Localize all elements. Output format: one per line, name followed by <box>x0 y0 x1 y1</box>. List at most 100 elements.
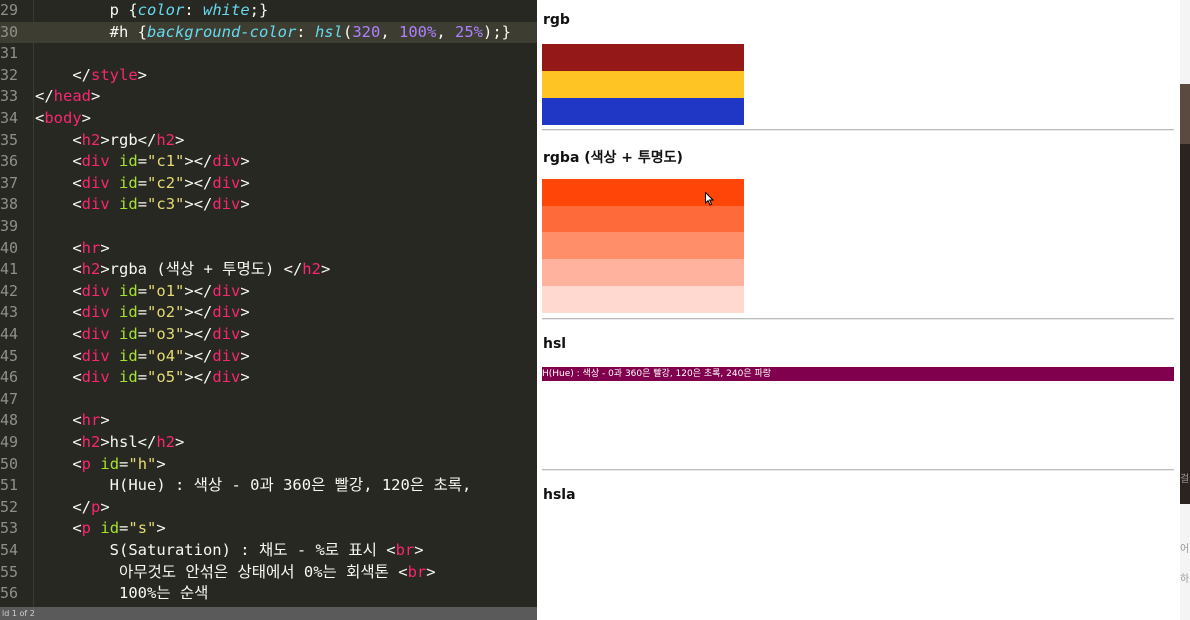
code-line[interactable]: 53 <p id="s"> <box>0 518 537 540</box>
code-line[interactable]: 43 <div id="o2"></div> <box>0 302 537 324</box>
code-line[interactable]: 31 <box>0 43 537 65</box>
code-text: <div id="o5"></div> <box>72 368 250 387</box>
code-line[interactable]: 38 <div id="c3"></div> <box>0 194 537 216</box>
background-image <box>1180 144 1190 504</box>
line-number: 45 <box>0 346 19 365</box>
hsl-paragraph: H(Hue) : 색상 - 0과 360은 빨강, 120은 초록, 240은 … <box>542 367 1174 381</box>
code-line[interactable]: 44 <div id="o3"></div> <box>0 324 537 346</box>
line-number: 37 <box>0 173 19 192</box>
code-line[interactable]: 36 <div id="c1"></div> <box>0 151 537 173</box>
divider <box>542 318 1174 320</box>
line-number: 43 <box>0 303 19 322</box>
background-glyph: 어 <box>1180 544 1190 555</box>
code-text: <div id="o1"></div> <box>72 281 250 300</box>
line-number: 50 <box>0 454 19 473</box>
code-text: <p id="h"> <box>72 454 166 473</box>
heading-hsla: hsla <box>543 487 576 503</box>
code-line[interactable]: 33 </head> <box>0 86 537 108</box>
rgb-swatch-c1 <box>542 44 744 71</box>
line-number: 44 <box>0 325 19 343</box>
line-number: 34 <box>0 109 19 127</box>
line-number: 55 <box>0 562 19 581</box>
code-line[interactable]: 49 <h2>hsl</h2> <box>0 432 537 454</box>
line-number: 30 <box>0 22 19 41</box>
rgb-swatch-c2 <box>542 71 744 98</box>
line-number: 56 <box>0 584 19 603</box>
code-text: <h2>hsl</h2> <box>72 433 185 451</box>
code-text: </head> <box>35 87 101 106</box>
code-text: S(Saturation) : 채도 - %로 표시 <br> <box>109 541 424 559</box>
line-number: 29 <box>0 1 19 19</box>
background-window: 걸 어 하 <box>1180 0 1190 620</box>
background-glyph: 걸 <box>1180 474 1190 485</box>
heading-rgb: rgb <box>543 12 570 28</box>
code-line[interactable]: 42 <div id="o1"></div> <box>0 281 537 303</box>
code-line[interactable]: 34 <body> <box>0 108 537 130</box>
line-number: 46 <box>0 368 19 387</box>
code-text: <div id="o3"></div> <box>72 325 250 343</box>
code-line[interactable]: 51 H(Hue) : 색상 - 0과 360은 빨강, 120은 초록, <box>0 475 537 497</box>
code-line[interactable]: 30 #h {background-color: hsl(320, 100%, … <box>0 21 537 44</box>
code-line[interactable]: 32 </style> <box>0 65 537 87</box>
code-line[interactable]: 37 <div id="c2"></div> <box>0 173 537 195</box>
line-number: 54 <box>0 541 19 559</box>
code-line[interactable]: 48 <hr> <box>0 410 537 432</box>
code-line[interactable]: 55 아무것도 안섞은 상태에서 0%는 회색톤 <br> <box>0 562 537 584</box>
line-number: 31 <box>0 44 19 63</box>
line-number: 52 <box>0 497 19 516</box>
code-text: </p> <box>72 497 110 516</box>
code-text: <div id="c2"></div> <box>72 173 250 192</box>
rgba-swatch-o4 <box>542 259 744 286</box>
heading-hsl: hsl <box>543 336 567 352</box>
line-number: 49 <box>0 433 19 451</box>
code-text: #h {background-color: hsl(320, 100%, 25%… <box>109 22 511 41</box>
heading-rgba: rgba (색상 + 투명도) <box>543 150 683 166</box>
code-line[interactable]: 45 <div id="o4"></div> <box>0 346 537 368</box>
code-line[interactable]: 29 p {color: white;} <box>0 0 537 22</box>
rgb-swatch-c3 <box>542 98 744 125</box>
code-line[interactable]: 46 <div id="o5"></div> <box>0 367 537 389</box>
code-text: <body> <box>35 109 92 127</box>
line-number: 41 <box>0 260 19 279</box>
code-text: </style> <box>72 65 148 84</box>
line-number: 51 <box>0 476 19 495</box>
background-glyph: 하 <box>1180 574 1190 585</box>
divider <box>542 129 1174 131</box>
code-text: p {color: white;} <box>109 1 269 19</box>
code-text: <div id="o2"></div> <box>72 303 250 322</box>
code-line[interactable]: 41 <h2>rgba (색상 + 투명도) </h2> <box>0 259 537 281</box>
status-text: ld 1 of 2 <box>2 609 35 618</box>
code-text: 100%는 순색 <box>119 584 209 603</box>
browser-preview: rgb rgba (색상 + 투명도) hsl H(Hue) : 색상 - 0과… <box>537 0 1180 620</box>
code-text: <h2>rgb</h2> <box>72 130 185 149</box>
line-number: 36 <box>0 152 19 171</box>
status-bar: ld 1 of 2 <box>0 607 537 620</box>
code-line[interactable]: 47 <box>0 389 537 411</box>
code-text: 아무것도 안섞은 상태에서 0%는 회색톤 <br> <box>119 562 436 581</box>
code-line[interactable]: 54 S(Saturation) : 채도 - %로 표시 <br> <box>0 540 537 562</box>
code-line[interactable]: 40 <hr> <box>0 238 537 260</box>
rgba-swatch-o5 <box>542 286 744 313</box>
line-number: 40 <box>0 238 19 257</box>
line-number: 39 <box>0 217 19 235</box>
code-text: <div id="c1"></div> <box>72 152 250 171</box>
divider <box>542 469 1174 471</box>
code-text: <div id="c3"></div> <box>72 195 250 214</box>
code-line[interactable]: 52 </p> <box>0 497 537 519</box>
code-text: <hr> <box>72 238 110 257</box>
code-text: <hr> <box>72 411 110 430</box>
mouse-cursor-icon <box>705 192 715 206</box>
rgba-swatch-o2 <box>542 206 744 233</box>
line-number: 35 <box>0 130 19 149</box>
line-number: 38 <box>0 195 19 214</box>
code-line[interactable]: 50 <p id="h"> <box>0 454 537 476</box>
code-line[interactable]: 56 100%는 순색 <box>0 583 537 605</box>
code-line[interactable]: 39 <box>0 216 537 238</box>
line-number: 53 <box>0 519 19 538</box>
code-editor[interactable]: 29 p {color: white;} 30 #h {background-co… <box>0 0 537 620</box>
code-text: <div id="o4"></div> <box>72 346 250 365</box>
rgba-swatch-o3 <box>542 232 744 259</box>
code-line[interactable]: 35 <h2>rgb</h2> <box>0 130 537 152</box>
line-number: 48 <box>0 411 19 430</box>
line-number: 33 <box>0 87 19 106</box>
